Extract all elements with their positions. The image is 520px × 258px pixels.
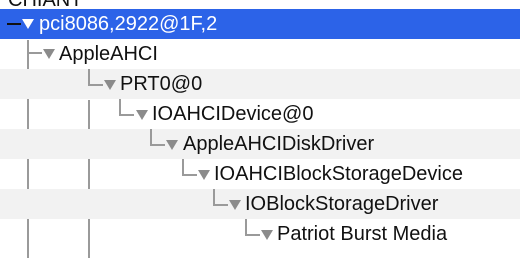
- tree-connector-horizontal: [88, 84, 103, 86]
- tree-connector-vertical: [88, 69, 90, 84]
- disclosure-triangle-down-icon[interactable]: [104, 80, 116, 90]
- tree-node-label: IOBlockStorageDriver: [245, 193, 439, 215]
- tree-node-label: pci8086,2922@1F,2: [39, 13, 218, 35]
- disclosure-triangle-down-icon[interactable]: [229, 200, 241, 210]
- partial-top-row-label: CHIANT: [8, 0, 82, 9]
- tree-connector-horizontal: [7, 23, 21, 25]
- tree-connector-vertical: [182, 159, 184, 174]
- tree-node-label: AppleAHCIDiskDriver: [183, 133, 375, 155]
- disclosure-triangle-down-icon[interactable]: [43, 49, 55, 59]
- tree-node-label: Patriot Burst Media: [277, 223, 448, 245]
- tree-connector-vertical: [245, 219, 247, 234]
- tree-node-label: IOAHCIBlockStorageDevice: [214, 163, 463, 185]
- tree-connector-vertical: [119, 99, 121, 114]
- ioreg-tree-view[interactable]: CHIANT pci8086,2922@1F,2 AppleAHCI PRT0@…: [0, 0, 520, 258]
- tree-row-appleahcidiskdriver[interactable]: AppleAHCIDiskDriver: [0, 129, 520, 159]
- tree-node-label: PRT0@0: [120, 73, 203, 95]
- disclosure-triangle-down-icon[interactable]: [166, 140, 178, 150]
- tree-row-prt0[interactable]: PRT0@0: [0, 69, 520, 99]
- tree-connector-horizontal: [182, 174, 197, 176]
- tree-row-ioahciblockstoragedevice[interactable]: IOAHCIBlockStorageDevice: [0, 159, 520, 189]
- tree-connector-horizontal: [245, 234, 260, 236]
- disclosure-triangle-down-icon[interactable]: [198, 170, 210, 180]
- tree-connector-horizontal: [150, 144, 165, 146]
- disclosure-triangle-down-icon[interactable]: [261, 230, 273, 240]
- tree-connector-vertical: [150, 129, 152, 144]
- tree-connector-vertical: [213, 189, 215, 204]
- tree-connector-horizontal: [27, 52, 42, 54]
- tree-connector-vertical: [27, 40, 29, 52]
- tree-connector-horizontal: [119, 114, 134, 116]
- tree-connector-horizontal: [213, 204, 228, 206]
- tree-node-label: IOAHCIDevice@0: [152, 103, 314, 125]
- tree-row-pci8086-2922[interactable]: pci8086,2922@1F,2: [0, 9, 520, 39]
- tree-row-ioblockstoragedriver[interactable]: IOBlockStorageDriver: [0, 189, 520, 219]
- tree-row-patriot-burst-media[interactable]: Patriot Burst Media: [0, 219, 520, 249]
- disclosure-triangle-down-icon[interactable]: [136, 110, 148, 120]
- disclosure-triangle-down-icon[interactable]: [22, 19, 34, 29]
- tree-row-appleahci[interactable]: AppleAHCI: [0, 39, 520, 69]
- tree-row-ioahcidevice[interactable]: IOAHCIDevice@0: [0, 99, 520, 129]
- tree-node-label: AppleAHCI: [59, 43, 158, 65]
